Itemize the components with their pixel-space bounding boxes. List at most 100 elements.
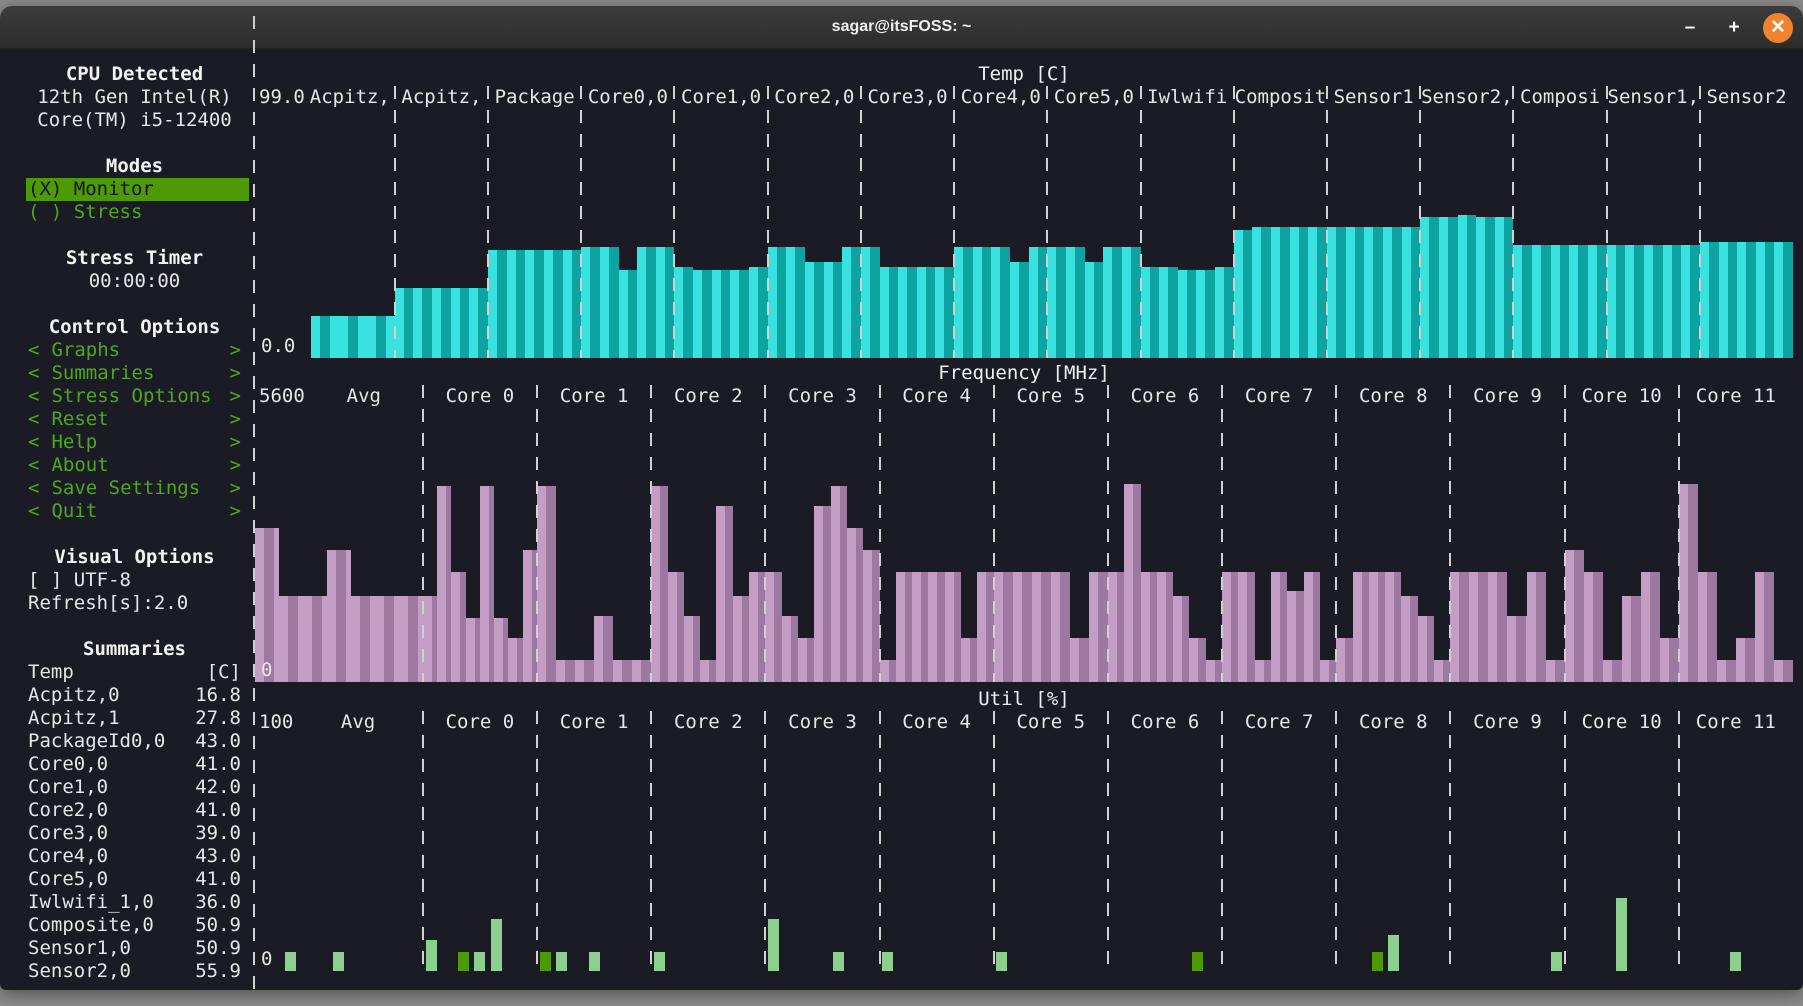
column-plot (1108, 408, 1222, 682)
history-bar (1159, 267, 1178, 358)
menu-item-help[interactable]: <Help> (28, 431, 241, 454)
chart-column: Package (488, 86, 581, 358)
history-bar (798, 638, 814, 682)
bar-slot (1159, 109, 1178, 358)
menu-item-graphs[interactable]: <Graphs> (28, 339, 241, 362)
history-bar (1336, 638, 1352, 682)
column-plot (1450, 734, 1564, 971)
bar-slot (1450, 408, 1469, 682)
menu-item-stress-options[interactable]: <Stress Options> (28, 385, 241, 408)
bar-slot (912, 734, 928, 971)
bar-slot (544, 109, 563, 358)
bar-slot (1719, 109, 1738, 358)
column-category-label: Core3,0 (861, 86, 954, 109)
column-plot (1565, 408, 1679, 682)
bar-slot (928, 734, 944, 971)
history-bar (581, 247, 600, 358)
bar-slot (508, 408, 522, 682)
menu-item-reset[interactable]: <Reset> (28, 408, 241, 431)
menu-item-save-settings[interactable]: <Save Settings> (28, 477, 241, 500)
bar-slot (880, 734, 896, 971)
close-button[interactable]: ✕ (1763, 13, 1793, 43)
column-header: Sensor2 (1700, 86, 1793, 109)
column-category-label: Core2,0 (768, 86, 861, 109)
bar-slot (1744, 734, 1760, 971)
menu-item-about[interactable]: <About> (28, 454, 241, 477)
bar-slot (311, 109, 339, 358)
bar-slot (994, 734, 1010, 971)
bar-slot (1581, 734, 1597, 971)
summary-sensor-name: Acpitz,1 (28, 707, 120, 730)
column-header: Sensor1, (1607, 86, 1700, 109)
summary-sensor-name: Core0,0 (28, 753, 108, 776)
column-plot (674, 109, 767, 358)
bar-slot (1271, 408, 1287, 682)
bar-slot (1527, 408, 1546, 682)
summary-row: Sensor1,050.9 (28, 937, 241, 960)
bar-slot (1434, 408, 1450, 682)
history-bar (637, 247, 656, 358)
bar-slot (1124, 408, 1140, 682)
bar-slot (861, 109, 880, 358)
mode-option-stress[interactable]: ( ) Stress (28, 201, 241, 224)
bar-slot (451, 408, 465, 682)
utf8-checkbox[interactable]: [ ] UTF-8 (28, 569, 241, 592)
refresh-rate-field[interactable]: Refresh[s]:2.0 (28, 592, 241, 615)
bar-slot (765, 408, 781, 682)
column-plot (1450, 408, 1564, 682)
bar-slot (749, 408, 765, 682)
summary-row: Sensor2,055.9 (28, 960, 241, 983)
history-bar (466, 618, 480, 682)
history-bar (674, 267, 693, 358)
bar-slot (523, 408, 537, 682)
bar-slot (553, 734, 569, 971)
history-bar (1418, 616, 1434, 682)
summary-row: Iwlwifi_1,036.0 (28, 891, 241, 914)
cpu-model-line-1: 12th Gen Intel(R) (28, 86, 241, 109)
bar-slot (1736, 408, 1755, 682)
menu-right-arrow: > (230, 385, 241, 408)
menu-item-summaries[interactable]: <Summaries> (28, 362, 241, 385)
bar-slot (466, 408, 480, 682)
bar-slot (1418, 734, 1434, 971)
minimize-button[interactable]: – (1675, 13, 1705, 43)
column-header: Core2,0 (768, 86, 861, 109)
history-bar (684, 616, 700, 682)
history-bar (1458, 215, 1477, 358)
bar-slot (716, 734, 732, 971)
bar-slot (880, 109, 899, 358)
column-header: Composit (1234, 86, 1327, 109)
bar-slot (488, 734, 504, 971)
terminal-window: sagar@itsFOSS: ~ – + ✕ CPU Detected 12th… (0, 6, 1803, 990)
history-bar (1401, 596, 1417, 682)
history-bar (600, 247, 619, 358)
bar-slot (749, 734, 765, 971)
history-bar (1402, 227, 1421, 358)
bar-slot (1565, 408, 1584, 682)
bar-slot (1234, 109, 1253, 358)
bar-slot (1364, 109, 1383, 358)
bar-slot (1507, 408, 1526, 682)
history-bar (1364, 227, 1383, 358)
history-bar (1719, 242, 1738, 358)
bar-slot (1385, 408, 1401, 682)
visual-options-heading: Visual Options (28, 546, 241, 569)
column-plot (423, 408, 537, 682)
history-bar (912, 572, 928, 682)
history-bar (1730, 952, 1741, 971)
chart-column: Core 11 (1679, 711, 1793, 971)
bar-slot (279, 408, 303, 682)
bar-slot (619, 109, 638, 358)
history-bar (1495, 217, 1514, 358)
history-bar (1755, 572, 1774, 682)
bar-slot (1320, 408, 1336, 682)
menu-item-quit[interactable]: <Quit> (28, 500, 241, 523)
menu-right-arrow: > (230, 431, 241, 454)
mode-option-monitor[interactable]: (X) Monitor (26, 178, 249, 201)
maximize-button[interactable]: + (1719, 13, 1749, 43)
temp-chart-title: Temp [C] (255, 63, 1793, 86)
history-bar (782, 616, 798, 682)
history-bar (1085, 262, 1104, 358)
column-header: Core 8 (1336, 385, 1450, 408)
history-bar (632, 660, 651, 682)
